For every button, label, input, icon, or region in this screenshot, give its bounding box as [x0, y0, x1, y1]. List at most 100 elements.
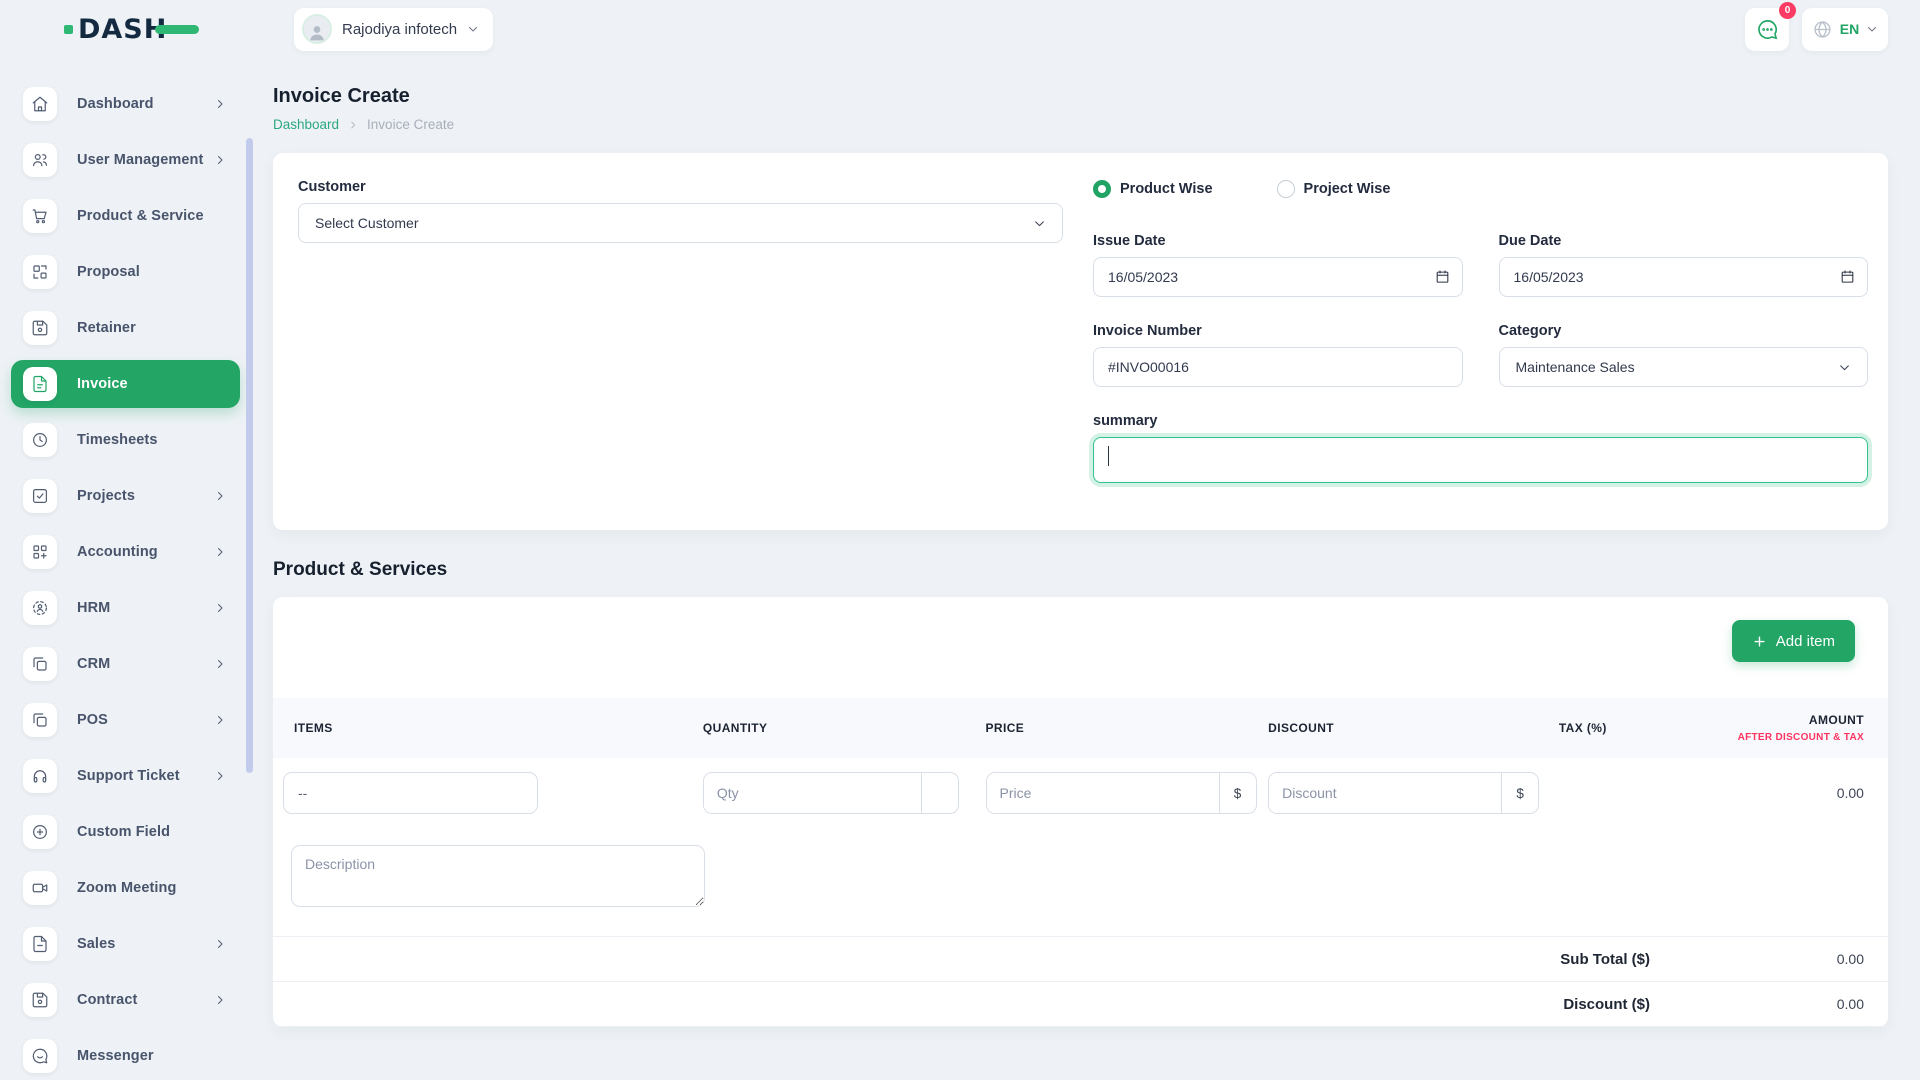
sidebar-nav: Dashboard User Management Product & Serv…	[0, 76, 253, 1080]
chevron-right-icon	[214, 490, 226, 502]
sidebar-item-pos[interactable]: POS	[0, 692, 253, 748]
radio-product-wise-control[interactable]	[1093, 180, 1111, 198]
qr-icon	[31, 263, 49, 281]
chevron-right-icon	[348, 120, 358, 130]
sidebar-item-sales[interactable]: Sales	[0, 916, 253, 972]
price-input[interactable]	[987, 773, 1219, 813]
cart-icon	[31, 207, 49, 225]
language-label: EN	[1840, 21, 1859, 37]
quantity-input[interactable]	[704, 773, 921, 813]
chevron-right-icon	[214, 994, 226, 1006]
invoice-number-input[interactable]	[1093, 347, 1463, 387]
avatar	[302, 14, 332, 44]
calendar-icon[interactable]	[1840, 269, 1855, 284]
customer-select[interactable]: Select Customer	[298, 203, 1063, 243]
logo-dash-accent	[155, 25, 199, 34]
save-icon	[31, 991, 49, 1009]
invoice-form-card: Customer Select Customer Product Wise Pr…	[273, 153, 1888, 530]
sidebar-item-crm[interactable]: CRM	[0, 636, 253, 692]
summary-textarea[interactable]	[1093, 437, 1868, 483]
quantity-addon	[921, 773, 958, 813]
logo-text: DASH	[78, 14, 167, 45]
discount-total-row: Discount ($) 0.00	[273, 982, 1888, 1027]
col-header-amount: AMOUNT AFTER DISCOUNT & TAX	[1718, 713, 1888, 743]
sidebar-item-messenger[interactable]: Messenger	[0, 1028, 253, 1080]
col-header-price: PRICE	[976, 721, 1259, 735]
messages-badge: 0	[1779, 2, 1796, 19]
due-date-label: Due Date	[1499, 233, 1869, 249]
price-currency-addon: $	[1219, 773, 1256, 813]
chevron-right-icon	[214, 98, 226, 110]
discount-input[interactable]	[1269, 773, 1501, 813]
sidebar-item-accounting[interactable]: Accounting	[0, 524, 253, 580]
invoice-icon	[31, 375, 49, 393]
sidebar-item-user-management[interactable]: User Management	[0, 132, 253, 188]
invoice-type-radios: Product Wise Project Wise	[1093, 179, 1868, 199]
summary-label: summary	[1093, 413, 1868, 429]
sidebar-item-retainer[interactable]: Retainer	[0, 300, 253, 356]
sidebar-item-invoice[interactable]: Invoice	[11, 360, 240, 408]
item-row: -- $	[273, 758, 1888, 828]
category-select[interactable]: Maintenance Sales	[1499, 347, 1869, 387]
col-header-discount: DISCOUNT	[1258, 721, 1549, 735]
due-date-input[interactable]	[1499, 257, 1869, 297]
calendar-icon[interactable]	[1435, 269, 1450, 284]
topbar: DASH Rajodiya infotech 0 EN	[0, 0, 1920, 58]
messages-button[interactable]: 0	[1745, 8, 1789, 51]
sidebar-item-contract[interactable]: Contract	[0, 972, 253, 1028]
invoice-number-label: Invoice Number	[1093, 323, 1463, 339]
file-icon	[31, 935, 49, 953]
chevron-down-icon	[1838, 361, 1851, 374]
category-select-value: Maintenance Sales	[1516, 359, 1635, 375]
copy-icon	[31, 655, 49, 673]
sidebar-item-product-service[interactable]: Product & Service	[0, 188, 253, 244]
radio-project-wise-control[interactable]	[1277, 180, 1295, 198]
subtotal-value: 0.00	[1650, 951, 1864, 967]
sidebar-item-proposal[interactable]: Proposal	[0, 244, 253, 300]
sidebar-item-zoom-meeting[interactable]: Zoom Meeting	[0, 860, 253, 916]
description-row	[273, 828, 1888, 937]
chevron-right-icon	[214, 602, 226, 614]
sidebar-scrollbar[interactable]	[246, 138, 253, 773]
chevron-down-icon	[467, 23, 479, 35]
sidebar-item-hrm[interactable]: HRM	[0, 580, 253, 636]
row-amount-value: 0.00	[1718, 785, 1888, 801]
col-header-amount-subtext: AFTER DISCOUNT & TAX	[1728, 732, 1864, 743]
language-selector[interactable]: EN	[1802, 8, 1888, 51]
discount-currency-addon: $	[1501, 773, 1538, 813]
item-select[interactable]: --	[283, 772, 538, 814]
breadcrumb-dashboard-link[interactable]: Dashboard	[273, 117, 339, 132]
chat-bubble-icon	[1756, 18, 1779, 41]
company-name: Rajodiya infotech	[342, 21, 457, 38]
app-logo[interactable]: DASH	[64, 14, 199, 45]
products-section-heading: Product & Services	[273, 559, 1888, 581]
copy-icon	[31, 711, 49, 729]
main-content: Invoice Create Dashboard Invoice Create …	[253, 58, 1920, 1080]
issue-date-input[interactable]	[1093, 257, 1463, 297]
grid-plus-icon	[31, 543, 49, 561]
radio-product-wise-label: Product Wise	[1120, 181, 1213, 197]
breadcrumb: Dashboard Invoice Create	[273, 117, 1888, 132]
chevron-down-icon	[1866, 23, 1878, 35]
col-header-tax: TAX (%)	[1549, 721, 1719, 735]
subtotal-label: Sub Total ($)	[1560, 951, 1650, 968]
text-caret	[1108, 446, 1109, 466]
sidebar-item-projects[interactable]: Projects	[0, 468, 253, 524]
company-switcher[interactable]: Rajodiya infotech	[294, 8, 493, 51]
sidebar-item-dashboard[interactable]: Dashboard	[0, 76, 253, 132]
item-select-value: --	[298, 785, 307, 801]
add-item-button[interactable]: Add item	[1732, 620, 1855, 662]
radio-project-wise[interactable]: Project Wise	[1277, 180, 1391, 198]
col-header-quantity: QUANTITY	[693, 721, 976, 735]
description-textarea[interactable]	[291, 845, 705, 907]
sidebar-item-custom-field[interactable]: Custom Field	[0, 804, 253, 860]
chevron-right-icon	[214, 658, 226, 670]
sidebar-item-support-ticket[interactable]: Support Ticket	[0, 748, 253, 804]
globe-icon	[1812, 19, 1833, 40]
users-icon	[31, 151, 49, 169]
issue-date-label: Issue Date	[1093, 233, 1463, 249]
hrm-icon	[31, 599, 49, 617]
sidebar-item-timesheets[interactable]: Timesheets	[0, 412, 253, 468]
chevron-right-icon	[214, 154, 226, 166]
radio-product-wise[interactable]: Product Wise	[1093, 180, 1213, 198]
